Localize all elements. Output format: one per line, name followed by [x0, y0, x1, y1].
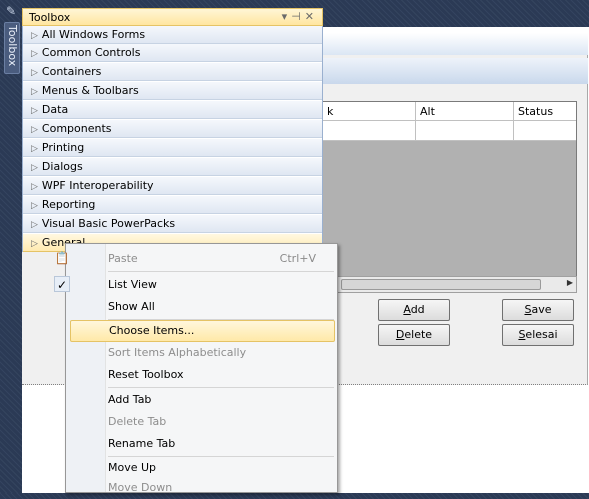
grid-header: k Alt Status [323, 102, 576, 121]
toolbox-category-menus-toolbars[interactable]: ▷ Menus & Toolbars [23, 82, 322, 100]
selesai-button-label: elesai [525, 328, 558, 341]
toolbox-category-wpf-interoperability[interactable]: ▷ WPF Interoperability [23, 177, 322, 195]
save-button-label: ave [531, 303, 552, 316]
grid-cell[interactable] [323, 121, 416, 141]
save-button[interactable]: Save [502, 299, 574, 321]
category-label: Printing [41, 141, 85, 154]
grid-cell[interactable] [416, 121, 514, 141]
add-button[interactable]: Add [378, 299, 450, 321]
menu-item-add-tab[interactable]: Add Tab [88, 389, 334, 411]
category-label: WPF Interoperability [41, 179, 154, 192]
menu-item-delete-tab[interactable]: Delete Tab [88, 411, 334, 433]
menu-item-label: Move Up [108, 461, 157, 474]
scroll-right-icon[interactable]: ▶ [567, 278, 573, 287]
category-label: Components [41, 122, 112, 135]
toolbox-title-bar[interactable]: Toolbox ▾⊣✕ [22, 8, 323, 26]
grid-row[interactable] [323, 121, 576, 141]
menu-item-label: Move Down [108, 481, 173, 494]
grid-column-header[interactable]: Status [514, 102, 576, 121]
menu-item-sort-alphabetically[interactable]: Sort Items Alphabetically [88, 342, 334, 364]
menu-item-reset-toolbox[interactable]: Reset Toolbox [88, 364, 334, 386]
add-button-mnemonic: A [403, 303, 411, 316]
toolbox-category-data[interactable]: ▷ Data [23, 101, 322, 119]
expand-triangle-icon: ▷ [31, 182, 38, 192]
menu-item-move-up[interactable]: Move Up [88, 457, 334, 479]
category-label: Containers [41, 65, 102, 78]
grid-column-header[interactable]: Alt [416, 102, 514, 121]
toolbox-category-printing[interactable]: ▷ Printing [23, 139, 322, 157]
delete-button[interactable]: Delete [378, 324, 450, 346]
toolbox-category-dialogs[interactable]: ▷ Dialogs [23, 158, 322, 176]
expand-triangle-icon: ▷ [31, 239, 38, 249]
menu-item-paste[interactable]: 📋 Paste Ctrl+V [55, 248, 334, 270]
delete-button-label: elete [404, 328, 433, 341]
selesai-button[interactable]: Selesai [502, 324, 574, 346]
menu-separator [108, 271, 334, 272]
grid-column-header[interactable]: k [323, 102, 416, 121]
autohide-pin-icon[interactable]: ⊣ [291, 10, 305, 23]
expand-triangle-icon: ▷ [31, 106, 38, 116]
toolbox-category-components[interactable]: ▷ Components [23, 120, 322, 138]
menu-item-label: Reset Toolbox [108, 368, 184, 381]
menu-item-move-down[interactable]: Move Down [88, 477, 334, 499]
autohide-strip: ✎ Toolbox [0, 0, 22, 493]
category-label: Visual Basic PowerPacks [41, 217, 176, 230]
pin-icon[interactable]: ✎ [4, 4, 18, 18]
menu-item-label: Choose Items... [109, 324, 195, 337]
menu-item-label: Add Tab [108, 393, 152, 406]
menu-item-label: Rename Tab [108, 437, 176, 450]
menu-item-label: List View [108, 278, 157, 291]
toolbox-side-tab[interactable]: Toolbox [4, 22, 20, 74]
expand-triangle-icon: ▷ [31, 31, 38, 41]
toolbox-category-reporting[interactable]: ▷ Reporting [23, 196, 322, 214]
category-label: Menus & Toolbars [41, 84, 139, 97]
expand-triangle-icon: ▷ [31, 201, 38, 211]
close-icon[interactable]: ✕ [305, 10, 318, 23]
expand-triangle-icon: ▷ [31, 144, 38, 154]
toolbox-category-common-controls[interactable]: ▷ Common Controls [23, 44, 322, 62]
toolbox-title: Toolbox [29, 11, 71, 24]
menu-item-list-view[interactable]: ✓ List View [54, 274, 334, 296]
expand-triangle-icon: ▷ [31, 125, 38, 135]
context-menu: 📋 Paste Ctrl+V ✓ List View Show All Choo… [54, 243, 338, 494]
menu-item-label: Paste [108, 252, 138, 265]
menu-item-shortcut: Ctrl+V [279, 252, 316, 265]
grid-cell[interactable] [514, 121, 576, 141]
expand-triangle-icon: ▷ [31, 87, 38, 97]
scrollbar-thumb[interactable] [341, 279, 541, 290]
category-label: Dialogs [41, 160, 83, 173]
expand-triangle-icon: ▷ [31, 220, 38, 230]
toolbox-panel: ▷ All Windows Forms ▷ Common Controls ▷ Con… [22, 26, 323, 252]
toolbox-category-all-windows-forms[interactable]: ▷ All Windows Forms [23, 26, 322, 44]
category-label: All Windows Forms [41, 28, 146, 41]
toolbox-category-containers[interactable]: ▷ Containers [23, 63, 322, 81]
menu-item-label: Show All [108, 300, 155, 313]
expand-triangle-icon: ▷ [31, 49, 38, 59]
add-button-label: dd [410, 303, 425, 316]
dropdown-icon[interactable]: ▾ [282, 10, 292, 23]
form-band [322, 58, 588, 84]
paste-icon: 📋 [54, 251, 70, 265]
menu-separator [108, 387, 334, 388]
menu-item-label: Delete Tab [108, 415, 167, 428]
menu-item-choose-items[interactable]: Choose Items... [70, 320, 335, 342]
checkmark-icon: ✓ [54, 276, 70, 292]
expand-triangle-icon: ▷ [31, 68, 38, 78]
horizontal-scrollbar[interactable]: ▶ [322, 276, 577, 293]
category-label: Reporting [41, 198, 96, 211]
menu-item-show-all[interactable]: Show All [88, 296, 334, 318]
category-label: Common Controls [41, 46, 141, 59]
menu-item-label: Sort Items Alphabetically [108, 346, 247, 359]
toolbox-side-tab-label: Toolbox [6, 25, 19, 67]
expand-triangle-icon: ▷ [31, 163, 38, 173]
toolbox-category-vb-powerpacks[interactable]: ▷ Visual Basic PowerPacks [23, 215, 322, 233]
category-label: Data [41, 103, 69, 116]
data-grid[interactable]: k Alt Status [322, 101, 577, 285]
menu-item-rename-tab[interactable]: Rename Tab [88, 433, 334, 455]
